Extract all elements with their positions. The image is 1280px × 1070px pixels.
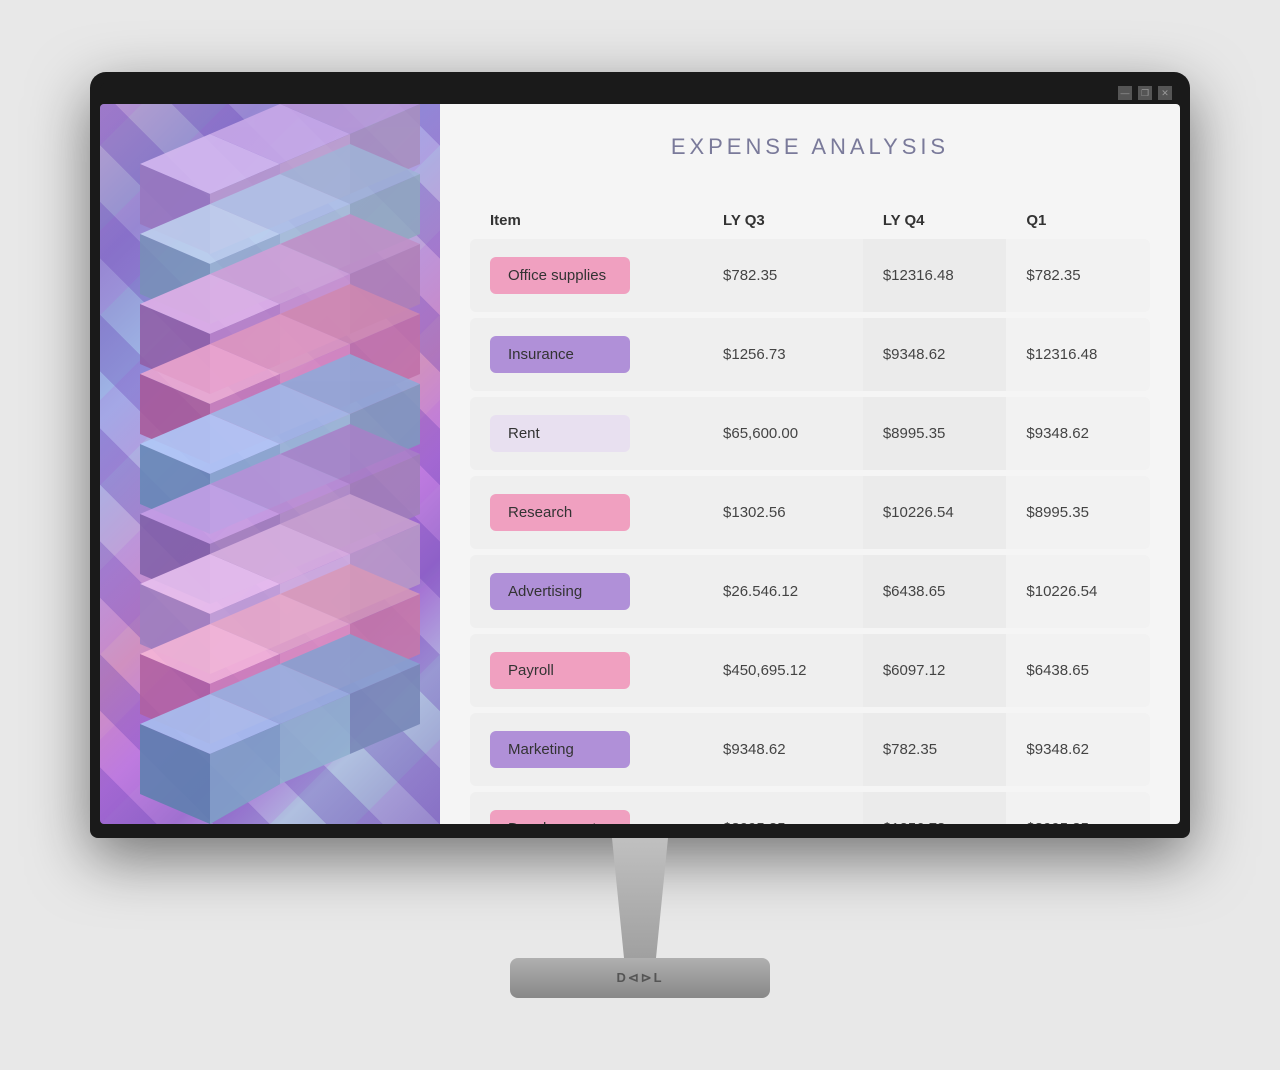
lyq3-cell: $9348.62 bbox=[703, 713, 863, 786]
item-label: Payroll bbox=[490, 652, 630, 689]
left-panel bbox=[100, 104, 440, 824]
col-header-item: Item bbox=[470, 194, 703, 233]
lyq4-cell: $10226.54 bbox=[863, 476, 1007, 549]
lyq4-cell: $9348.62 bbox=[863, 318, 1007, 391]
item-label: Development bbox=[490, 810, 630, 824]
item-cell: Insurance bbox=[470, 318, 703, 391]
lyq3-cell: $1256.73 bbox=[703, 318, 863, 391]
monitor-stand-neck bbox=[600, 838, 680, 958]
page-title: EXPENSE ANALYSIS bbox=[470, 134, 1150, 160]
lyq3-cell: $450,695.12 bbox=[703, 634, 863, 707]
lyq3-cell: $26.546.12 bbox=[703, 555, 863, 628]
lyq4-cell: $6438.65 bbox=[863, 555, 1007, 628]
minimize-button[interactable]: — bbox=[1118, 86, 1132, 100]
item-cell: Office supplies bbox=[470, 239, 703, 312]
item-label: Rent bbox=[490, 415, 630, 452]
item-label: Office supplies bbox=[490, 257, 630, 294]
table-row: Rent $65,600.00$8995.35$9348.62 bbox=[470, 397, 1150, 470]
monitor-bezel-top: — ❐ ✕ bbox=[100, 82, 1180, 104]
table-row: Marketing $9348.62$782.35$9348.62 bbox=[470, 713, 1150, 786]
lyq3-cell: $782.35 bbox=[703, 239, 863, 312]
expense-table: Item LY Q3 LY Q4 Q1 Office supplies $782.… bbox=[470, 188, 1150, 824]
lyq4-cell: $1256.73 bbox=[863, 792, 1007, 824]
item-cell: Advertising bbox=[470, 555, 703, 628]
table-row: Payroll $450,695.12$6097.12$6438.65 bbox=[470, 634, 1150, 707]
lyq4-cell: $12316.48 bbox=[863, 239, 1007, 312]
item-label: Advertising bbox=[490, 573, 630, 610]
item-cell: Rent bbox=[470, 397, 703, 470]
screen: EXPENSE ANALYSIS Item LY Q3 LY Q4 Q1 Off… bbox=[100, 104, 1180, 824]
q1-cell: $12316.48 bbox=[1006, 318, 1150, 391]
right-panel: EXPENSE ANALYSIS Item LY Q3 LY Q4 Q1 Off… bbox=[440, 104, 1180, 824]
q1-cell: $8995.35 bbox=[1006, 476, 1150, 549]
monitor-frame: — ❐ ✕ bbox=[90, 72, 1190, 838]
q1-cell: $9348.62 bbox=[1006, 397, 1150, 470]
close-button[interactable]: ✕ bbox=[1158, 86, 1172, 100]
item-label: Marketing bbox=[490, 731, 630, 768]
decorative-blocks bbox=[100, 104, 440, 824]
table-row: Research $1302.56$10226.54$8995.35 bbox=[470, 476, 1150, 549]
monitor-wrapper: — ❐ ✕ bbox=[90, 72, 1190, 998]
dell-logo: D⊲⊳L bbox=[616, 970, 663, 986]
table-row: Development $8995.35$1256.73$8995.35 bbox=[470, 792, 1150, 824]
item-cell: Research bbox=[470, 476, 703, 549]
item-cell: Payroll bbox=[470, 634, 703, 707]
q1-cell: $8995.35 bbox=[1006, 792, 1150, 824]
col-header-lyq3: LY Q3 bbox=[703, 194, 863, 233]
lyq3-cell: $65,600.00 bbox=[703, 397, 863, 470]
col-header-lyq4: LY Q4 bbox=[863, 194, 1007, 233]
monitor-stand-base: D⊲⊳L bbox=[510, 958, 770, 998]
item-label: Insurance bbox=[490, 336, 630, 373]
restore-button[interactable]: ❐ bbox=[1138, 86, 1152, 100]
lyq4-cell: $8995.35 bbox=[863, 397, 1007, 470]
q1-cell: $9348.62 bbox=[1006, 713, 1150, 786]
table-header-row: Item LY Q3 LY Q4 Q1 bbox=[470, 194, 1150, 233]
lyq4-cell: $782.35 bbox=[863, 713, 1007, 786]
table-row: Office supplies $782.35$12316.48$782.35 bbox=[470, 239, 1150, 312]
q1-cell: $782.35 bbox=[1006, 239, 1150, 312]
table-row: Advertising $26.546.12$6438.65$10226.54 bbox=[470, 555, 1150, 628]
lyq3-cell: $1302.56 bbox=[703, 476, 863, 549]
q1-cell: $6438.65 bbox=[1006, 634, 1150, 707]
col-header-q1: Q1 bbox=[1006, 194, 1150, 233]
item-cell: Marketing bbox=[470, 713, 703, 786]
lyq3-cell: $8995.35 bbox=[703, 792, 863, 824]
table-row: Insurance $1256.73$9348.62$12316.48 bbox=[470, 318, 1150, 391]
lyq4-cell: $6097.12 bbox=[863, 634, 1007, 707]
q1-cell: $10226.54 bbox=[1006, 555, 1150, 628]
item-label: Research bbox=[490, 494, 630, 531]
item-cell: Development bbox=[470, 792, 703, 824]
